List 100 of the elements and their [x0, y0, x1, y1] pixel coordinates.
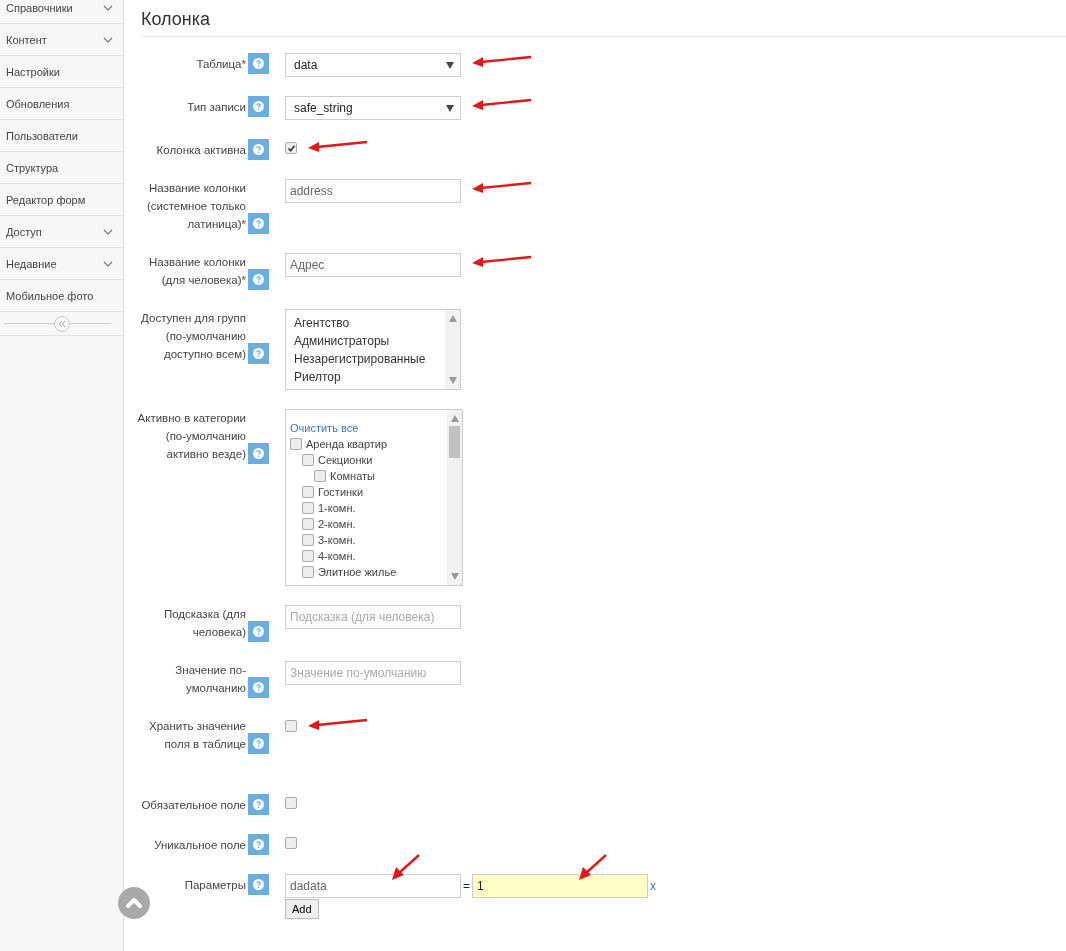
help-button[interactable]	[248, 677, 269, 698]
help-button[interactable]	[248, 874, 269, 895]
dropdown-caret-icon	[446, 104, 454, 112]
help-button[interactable]	[248, 621, 269, 642]
checkbox[interactable]	[302, 502, 314, 514]
help-button[interactable]	[248, 733, 269, 754]
checkbox[interactable]	[290, 438, 302, 450]
scroll-up-icon	[448, 315, 457, 322]
help-icon	[253, 144, 264, 155]
text-field[interactable]: Подсказка (для человека)	[285, 605, 461, 629]
dropdown-caret-icon	[446, 61, 454, 69]
checkbox[interactable]	[285, 797, 297, 809]
sidebar-item[interactable]: Недавние	[0, 248, 123, 280]
tree-item-label: Секционки	[318, 453, 373, 468]
help-icon	[253, 274, 264, 285]
help-button[interactable]	[248, 96, 269, 117]
field-label: Хранить значение поля в таблице	[148, 719, 246, 752]
checkbox[interactable]	[302, 566, 314, 578]
sidebar-item[interactable]: Обновления	[0, 88, 123, 120]
scrollbar[interactable]	[445, 310, 460, 389]
help-icon	[253, 839, 264, 850]
sidebar-item[interactable]: Структура	[0, 152, 123, 184]
sidebar-item[interactable]: Контент	[0, 24, 123, 56]
add-button[interactable]: Add	[285, 899, 319, 919]
checkbox[interactable]	[302, 550, 314, 562]
tree-item-label: 2-комн.	[318, 517, 356, 532]
checkbox[interactable]	[302, 518, 314, 530]
equals-sign: =	[463, 879, 470, 893]
help-button[interactable]	[248, 269, 269, 290]
help-icon	[253, 682, 264, 693]
dropdown[interactable]: safe_string	[285, 96, 461, 120]
field-label: Доступен для групп (по-умолчанию доступно всем)	[140, 311, 246, 362]
scrollbar-thumb[interactable]	[449, 426, 460, 458]
text-field[interactable]: Значение по-умолчанию	[285, 661, 461, 685]
help-button[interactable]	[248, 53, 269, 74]
checkbox[interactable]	[302, 486, 314, 498]
sidebar-item[interactable]: Пользователи	[0, 120, 123, 152]
sidebar-item[interactable]: Редактор форм	[0, 184, 123, 216]
list-option[interactable]: Риелтор	[294, 368, 437, 386]
help-icon	[253, 101, 264, 112]
tree-item-label: Гостинки	[318, 485, 364, 500]
tree-item-label: 3-комн.	[318, 533, 356, 548]
scrollbar[interactable]	[447, 410, 462, 585]
clear-all-link[interactable]: Очистить все	[290, 420, 359, 436]
field-label: Значение по-умолчанию	[174, 663, 246, 696]
help-icon	[253, 58, 264, 69]
checkbox[interactable]	[314, 470, 326, 482]
parameter-name-field[interactable]: dadata	[285, 874, 461, 898]
list-option[interactable]: Агентство	[294, 314, 437, 332]
parameter-value-field[interactable]: 1	[472, 874, 648, 898]
text-field[interactable]: Адрес	[285, 253, 461, 277]
sidebar-item[interactable]: Настройки	[0, 56, 123, 88]
help-button[interactable]	[248, 213, 269, 234]
tree-item-label: 1-комн.	[318, 501, 356, 516]
page-title: Колонка	[141, 9, 211, 30]
help-icon	[253, 799, 264, 810]
checkbox[interactable]	[285, 142, 297, 154]
field-label: Параметры	[184, 878, 246, 893]
help-button[interactable]	[248, 794, 269, 815]
field-label: Тип записи	[187, 100, 246, 115]
help-icon	[253, 626, 264, 637]
text-field[interactable]: address	[285, 179, 461, 203]
help-button[interactable]	[248, 139, 269, 160]
field-label: Активно в категории (по-умолчанию активно везде)	[136, 411, 246, 462]
remove-link[interactable]: x	[650, 879, 656, 893]
group-listbox[interactable]: Агентство Администраторы Незарегистрированные Риелтор	[285, 309, 461, 390]
scroll-to-top-icon[interactable]	[118, 887, 150, 919]
scroll-down-icon	[448, 377, 457, 384]
tree-item-label: 4-комн.	[318, 549, 356, 564]
field-label: Уникальное поле	[154, 838, 246, 853]
sidebar-item[interactable]: Мобильное фото	[0, 280, 123, 312]
list-option[interactable]: Администраторы	[294, 332, 437, 350]
scroll-up-icon	[450, 415, 459, 422]
dropdown[interactable]: data	[285, 53, 461, 77]
field-label: Колонка активна	[156, 143, 246, 158]
checkbox[interactable]	[302, 534, 314, 546]
tree-item-label: Элитное жилье	[318, 565, 397, 580]
field-label: Название колонки (для человека)*	[148, 255, 246, 288]
field-label: Название колонки (системное только латиница)*	[145, 181, 246, 232]
help-icon	[253, 448, 264, 459]
help-icon	[253, 879, 264, 890]
list-option[interactable]: Незарегистрированные	[294, 350, 437, 368]
tree-item-label: Аренда квартир	[306, 437, 388, 452]
sidebar-item[interactable]: Доступ	[0, 216, 123, 248]
help-icon	[253, 348, 264, 359]
scroll-down-icon	[450, 573, 459, 580]
checkbox[interactable]	[285, 837, 297, 849]
help-icon	[253, 738, 264, 749]
field-label: Обязательное поле	[141, 798, 246, 813]
help-button[interactable]	[248, 443, 269, 464]
help-icon	[253, 218, 264, 229]
sidebar-item[interactable]: Справочники	[0, 0, 123, 24]
checkbox[interactable]	[285, 720, 297, 732]
tree-item-label: Комнаты	[330, 469, 375, 484]
field-label: Таблица*	[196, 57, 246, 72]
collapse-sidebar-icon[interactable]	[53, 315, 70, 332]
help-button[interactable]	[248, 343, 269, 364]
checkbox[interactable]	[302, 454, 314, 466]
help-button[interactable]	[248, 834, 269, 855]
field-label: Подсказка (для человека)	[162, 607, 246, 640]
